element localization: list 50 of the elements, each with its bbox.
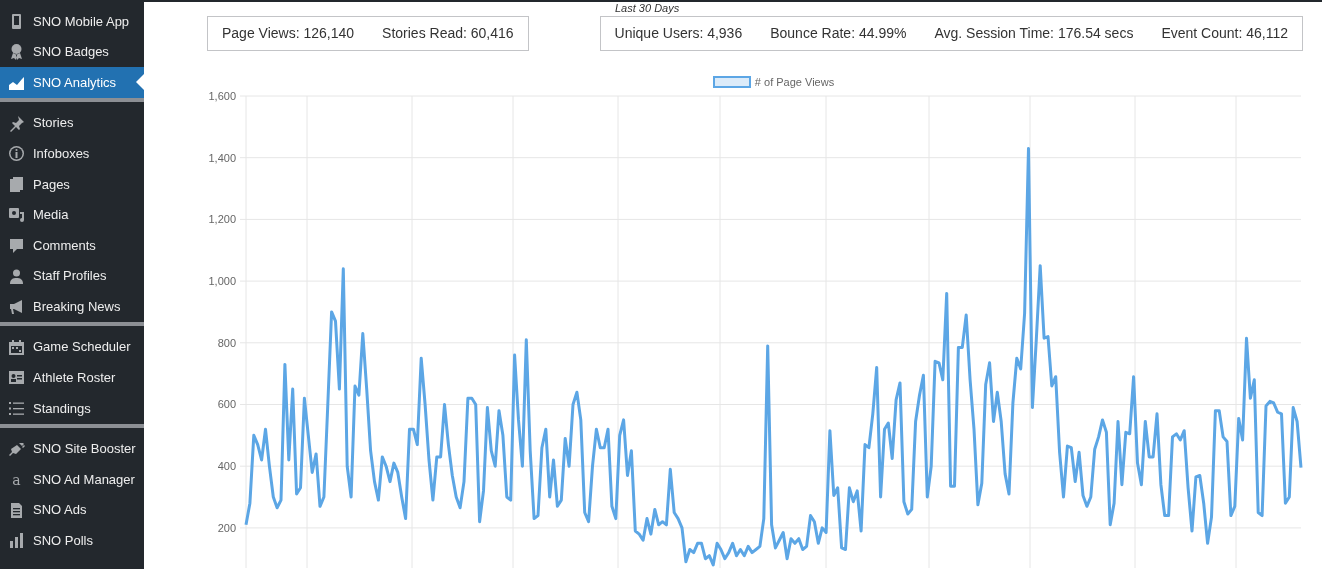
y-axis-label: 600: [217, 398, 236, 411]
media-icon: [8, 206, 25, 224]
stat-text: Stories Read: 60,416: [382, 24, 514, 43]
list-icon: [8, 399, 25, 417]
sidebar-item[interactable]: Breaking News: [0, 291, 144, 322]
stat-text: Bounce Rate: 44.99%: [770, 24, 907, 43]
period-label: Last 30 Days: [615, 3, 680, 14]
sidebar-item[interactable]: Staff Profiles: [0, 260, 144, 292]
sidebar-item[interactable]: Game Scheduler: [0, 331, 144, 363]
sidebar-item[interactable]: Standings: [0, 393, 144, 424]
sidebar-item[interactable]: SNO Analytics: [0, 67, 144, 98]
y-axis-label: 1,600: [208, 90, 236, 102]
legend-label: # of Page Views: [754, 74, 835, 90]
sidebar-item[interactable]: Athlete Roster: [0, 362, 144, 394]
legend-swatch: [712, 76, 751, 88]
sidebar-item[interactable]: SNO Mobile App: [0, 6, 144, 37]
sidebar-item[interactable]: Media: [0, 199, 144, 231]
pushpin-icon: [8, 114, 25, 132]
y-axis-label: 1,400: [208, 151, 236, 164]
ribbon-icon: [8, 43, 25, 61]
y-axis-label: 200: [217, 521, 236, 534]
sidebar-item[interactable]: SNO Badges: [0, 36, 144, 68]
speech-bubble-icon: [8, 236, 25, 254]
stat-text: Avg. Session Time: 176.54 secs: [934, 24, 1134, 43]
stat-text: Unique Users: 4,936: [614, 24, 743, 43]
stat-text: Page Views: 126,140: [222, 24, 355, 43]
stat-text: Event Count: 46,112: [1161, 24, 1288, 43]
sidebar-item[interactable]: SNO Polls: [0, 525, 144, 557]
sidebar-item[interactable]: a SNO Ad Manager: [0, 464, 144, 495]
sidebar-item[interactable]: Pages: [0, 168, 144, 200]
y-axis-label: 800: [217, 336, 236, 349]
person-icon: [8, 267, 25, 285]
calendar-icon: [8, 338, 25, 356]
current-page-pointer: [136, 74, 144, 91]
sidebar-item[interactable]: Stories: [0, 107, 144, 139]
sidebar-item[interactable]: Infoboxes: [0, 138, 144, 169]
y-axis-label: 400: [217, 460, 236, 473]
y-axis-label: 1,200: [208, 213, 236, 226]
letter-icon: a: [8, 472, 25, 487]
id-card-icon: [8, 369, 25, 387]
pages-icon: [8, 175, 25, 193]
info-icon: [8, 145, 25, 163]
document-icon: [8, 501, 25, 519]
bar-chart-icon: [8, 532, 25, 550]
sidebar-item[interactable]: Comments: [0, 230, 144, 261]
plug-icon: [8, 440, 25, 458]
megaphone-icon: [8, 298, 25, 316]
sidebar-item[interactable]: SNO Site Booster: [0, 433, 144, 465]
y-axis-label: 1,000: [208, 275, 236, 288]
sidebar-item[interactable]: SNO Ads: [0, 494, 144, 526]
